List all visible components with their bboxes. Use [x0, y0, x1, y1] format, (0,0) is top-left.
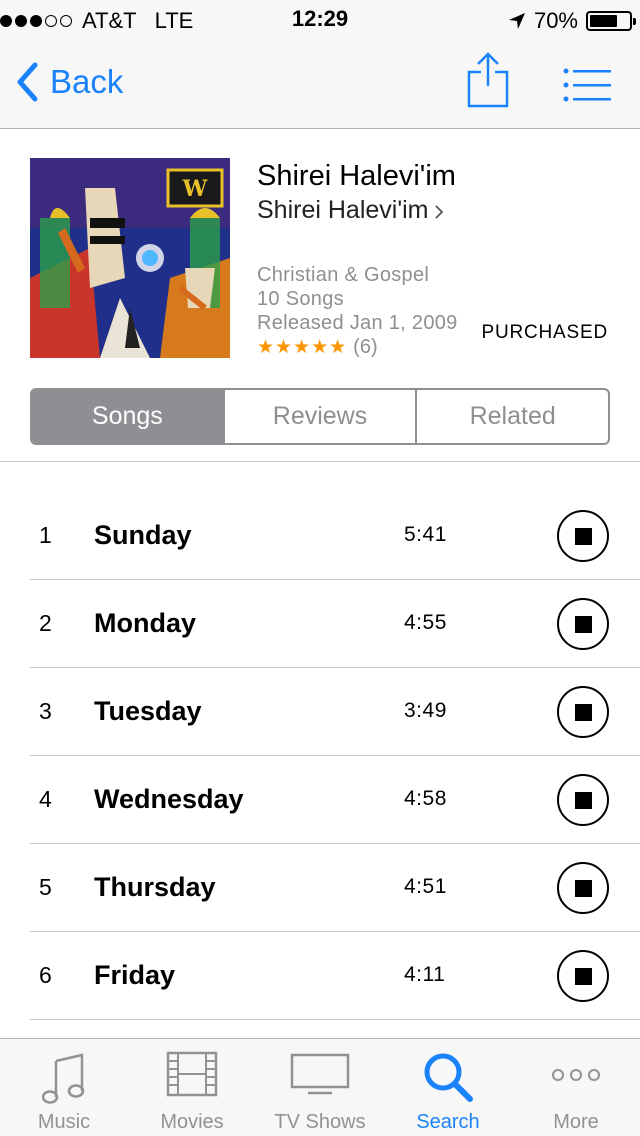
stop-preview-button[interactable] — [557, 598, 609, 650]
track-number: 4 — [39, 786, 52, 812]
segment-songs[interactable]: Songs — [32, 390, 223, 443]
track-number: 6 — [39, 962, 52, 988]
tab-bar: Music Movies TV Shows Search More — [0, 1038, 640, 1136]
stop-preview-button[interactable] — [557, 686, 609, 738]
battery-percent: 70% — [533, 8, 578, 33]
tab-tv-shows[interactable]: TV Shows — [256, 1039, 384, 1136]
track-number: 3 — [39, 698, 52, 724]
battery-fill — [590, 15, 617, 27]
song-title: Wednesday — [94, 784, 244, 814]
stop-icon — [574, 703, 592, 721]
track-number: 2 — [39, 610, 52, 636]
list-icon[interactable] — [563, 68, 611, 102]
tab-label: Movies — [160, 1111, 224, 1133]
chevron-right-icon — [435, 204, 444, 219]
svg-text:W: W — [182, 176, 208, 202]
album-genre: Christian & Gospel — [257, 264, 430, 286]
song-duration: 4:55 — [404, 611, 447, 634]
album-release-date: Released Jan 1, 2009 — [257, 312, 458, 334]
song-title: Thursday — [94, 872, 216, 902]
battery-icon — [586, 11, 636, 31]
stop-preview-button[interactable] — [557, 862, 609, 914]
song-duration: 4:51 — [404, 875, 447, 898]
song-title: Tuesday — [94, 696, 202, 726]
tv-icon — [290, 1053, 350, 1095]
song-title: Sunday — [94, 520, 192, 550]
share-icon[interactable] — [466, 52, 510, 108]
chevron-left-icon — [17, 62, 38, 102]
stop-preview-button[interactable] — [557, 950, 609, 1002]
song-row[interactable]: 1 Sunday 5:41 — [0, 492, 640, 580]
segment-related[interactable]: Related — [415, 390, 608, 443]
tab-label: More — [553, 1111, 599, 1133]
back-button[interactable]: Back — [16, 62, 123, 102]
tab-label: Search — [416, 1111, 480, 1133]
status-bar: AT&T LTE 12:29 70% — [0, 0, 640, 40]
song-row[interactable]: 5 Thursday 4:51 — [0, 844, 640, 932]
location-arrow-icon — [508, 13, 525, 29]
navigation-bar: Back — [0, 40, 640, 129]
artist-link[interactable]: Shirei Halevi'im — [257, 196, 444, 225]
song-row[interactable]: 3 Tuesday 3:49 — [0, 668, 640, 756]
section-divider — [0, 461, 640, 462]
star-rating-icon: ★★★★★ — [257, 337, 348, 358]
song-duration: 4:11 — [404, 963, 446, 986]
song-title: Friday — [94, 960, 176, 990]
stop-icon — [574, 527, 592, 545]
more-dots-icon — [552, 1069, 600, 1081]
song-list: 1 Sunday 5:41 2 Monday 4:55 3 Tuesday 3:… — [0, 492, 640, 1020]
rating-count: (6) — [353, 336, 378, 358]
song-row[interactable]: 2 Monday 4:55 — [0, 580, 640, 668]
stop-icon — [574, 615, 592, 633]
music-note-icon — [42, 1053, 85, 1104]
status-right: 70% — [508, 6, 636, 36]
stop-preview-button[interactable] — [557, 774, 609, 826]
stop-icon — [574, 791, 592, 809]
stop-icon — [574, 879, 592, 897]
album-song-count: 10 Songs — [257, 288, 344, 310]
song-row[interactable]: 4 Wednesday 4:58 — [0, 756, 640, 844]
album-artwork[interactable]: W — [30, 158, 230, 358]
stop-preview-button[interactable] — [557, 510, 609, 562]
tab-movies[interactable]: Movies — [128, 1039, 256, 1136]
song-row[interactable]: 6 Friday 4:11 — [0, 932, 640, 1020]
purchased-label: PURCHASED — [481, 322, 608, 343]
track-number: 5 — [39, 874, 52, 900]
album-title: Shirei Halevi'im — [257, 160, 456, 192]
tab-more[interactable]: More — [512, 1039, 640, 1136]
stop-icon — [574, 967, 592, 985]
tab-search[interactable]: Search — [384, 1039, 512, 1136]
song-duration: 5:41 — [404, 523, 447, 546]
tab-music[interactable]: Music — [0, 1039, 128, 1136]
film-strip-icon — [166, 1051, 218, 1097]
album-rating[interactable]: ★★★★★ (6) — [257, 336, 378, 359]
segment-reviews[interactable]: Reviews — [222, 390, 416, 443]
tab-label: Music — [37, 1111, 91, 1133]
back-label: Back — [50, 63, 124, 100]
search-icon — [424, 1053, 473, 1102]
segmented-control: Songs Reviews Related — [30, 388, 610, 445]
tab-label: TV Shows — [274, 1111, 366, 1133]
song-duration: 3:49 — [404, 699, 447, 722]
song-duration: 4:58 — [404, 787, 447, 810]
song-title: Monday — [94, 608, 197, 638]
artist-name: Shirei Halevi'im — [257, 196, 429, 224]
track-number: 1 — [39, 522, 52, 548]
